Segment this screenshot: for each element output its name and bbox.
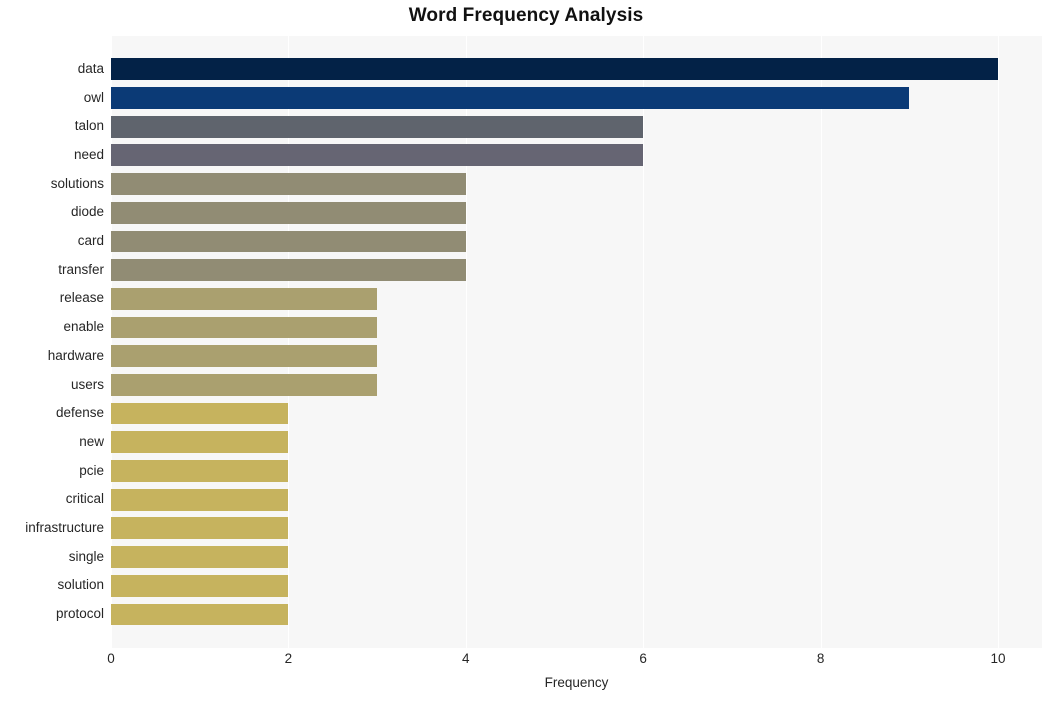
- bar-row: [111, 399, 1042, 428]
- bar-row: [111, 55, 1042, 84]
- x-tick-label-8: 8: [816, 651, 825, 666]
- y-axis-label-enable: enable: [63, 319, 104, 335]
- bar-row: [111, 371, 1042, 400]
- plot-area: [111, 36, 1042, 648]
- bar-talon[interactable]: [111, 115, 644, 138]
- bar-release[interactable]: [111, 287, 378, 310]
- bar-hardware[interactable]: [111, 345, 378, 368]
- y-axis-label-single: single: [68, 548, 104, 564]
- bar-enable[interactable]: [111, 316, 378, 339]
- x-tick-label-0: 0: [107, 651, 115, 666]
- y-axis-label-transfer: transfer: [58, 261, 104, 277]
- bar-card[interactable]: [111, 230, 466, 253]
- y-axis-label-critical: critical: [65, 491, 104, 507]
- chart-title: Word Frequency Analysis: [408, 5, 644, 26]
- bar-row: [111, 284, 1042, 313]
- x-axis-ticks: 0 2 4 6 8 10: [107, 651, 1042, 671]
- y-axis-label-hardware: hardware: [47, 347, 104, 363]
- y-axis-label-need: need: [73, 147, 104, 162]
- bar-need[interactable]: [111, 144, 644, 167]
- bar-defense[interactable]: [111, 402, 289, 425]
- x-tick-label-10: 10: [990, 651, 1006, 666]
- y-axis-label-diode: diode: [70, 204, 104, 220]
- bar-pcie[interactable]: [111, 460, 289, 482]
- y-axis-labels: data owl talon need solutions diode card transf…: [0, 36, 104, 648]
- y-axis-label-pcie: pcie: [79, 462, 104, 478]
- bar-row: [111, 313, 1042, 342]
- bar-new[interactable]: [111, 431, 289, 454]
- y-axis-label-new: new: [79, 433, 104, 449]
- bar-row: [111, 457, 1042, 486]
- bar-owl[interactable]: [111, 87, 910, 109]
- bar-row: [111, 256, 1042, 285]
- bar-row: [111, 198, 1042, 227]
- y-axis-label-solutions: solutions: [50, 175, 104, 191]
- y-axis-label-users: users: [70, 376, 104, 392]
- bar-single[interactable]: [111, 546, 289, 568]
- x-tick-label-2: 2: [284, 651, 293, 666]
- bar-diode[interactable]: [111, 201, 466, 224]
- bar-row: [111, 112, 1042, 141]
- bar-protocol[interactable]: [111, 603, 289, 626]
- bar-infrastructure[interactable]: [111, 517, 289, 540]
- bar-row: [111, 342, 1042, 371]
- bar-row: [111, 514, 1042, 543]
- y-axis-label-protocol: protocol: [55, 606, 104, 622]
- bar-row: [111, 170, 1042, 199]
- bar-transfer[interactable]: [111, 259, 466, 281]
- bar-data[interactable]: [111, 58, 998, 81]
- y-axis-label-owl: owl: [83, 89, 104, 105]
- bar-solutions[interactable]: [111, 173, 466, 195]
- x-axis-title: Frequency: [544, 675, 609, 690]
- y-axis-label-talon: talon: [74, 118, 104, 134]
- y-axis-label-infrastructure: infrastructure: [25, 520, 104, 535]
- bar-row: [111, 141, 1042, 170]
- x-tick-label-4: 4: [462, 651, 470, 666]
- bar-row: [111, 543, 1042, 572]
- y-axis-label-card: card: [77, 233, 104, 249]
- y-axis-label-defense: defense: [55, 405, 104, 421]
- bar-row: [111, 227, 1042, 256]
- bar-users[interactable]: [111, 373, 378, 396]
- bar-row: [111, 84, 1042, 113]
- bar-critical[interactable]: [111, 488, 289, 511]
- chart-figure: Word Frequency Analysis data owl talon need…: [0, 0, 1052, 701]
- bar-row: [111, 485, 1042, 514]
- y-axis-label-release: release: [59, 290, 104, 306]
- y-axis-label-solution: solution: [57, 577, 104, 593]
- x-tick-label-6: 6: [639, 651, 647, 666]
- bar-solution[interactable]: [111, 574, 289, 597]
- bar-row: [111, 428, 1042, 457]
- bar-row: [111, 571, 1042, 600]
- bar-row: [111, 600, 1042, 629]
- y-axis-label-data: data: [77, 60, 104, 76]
